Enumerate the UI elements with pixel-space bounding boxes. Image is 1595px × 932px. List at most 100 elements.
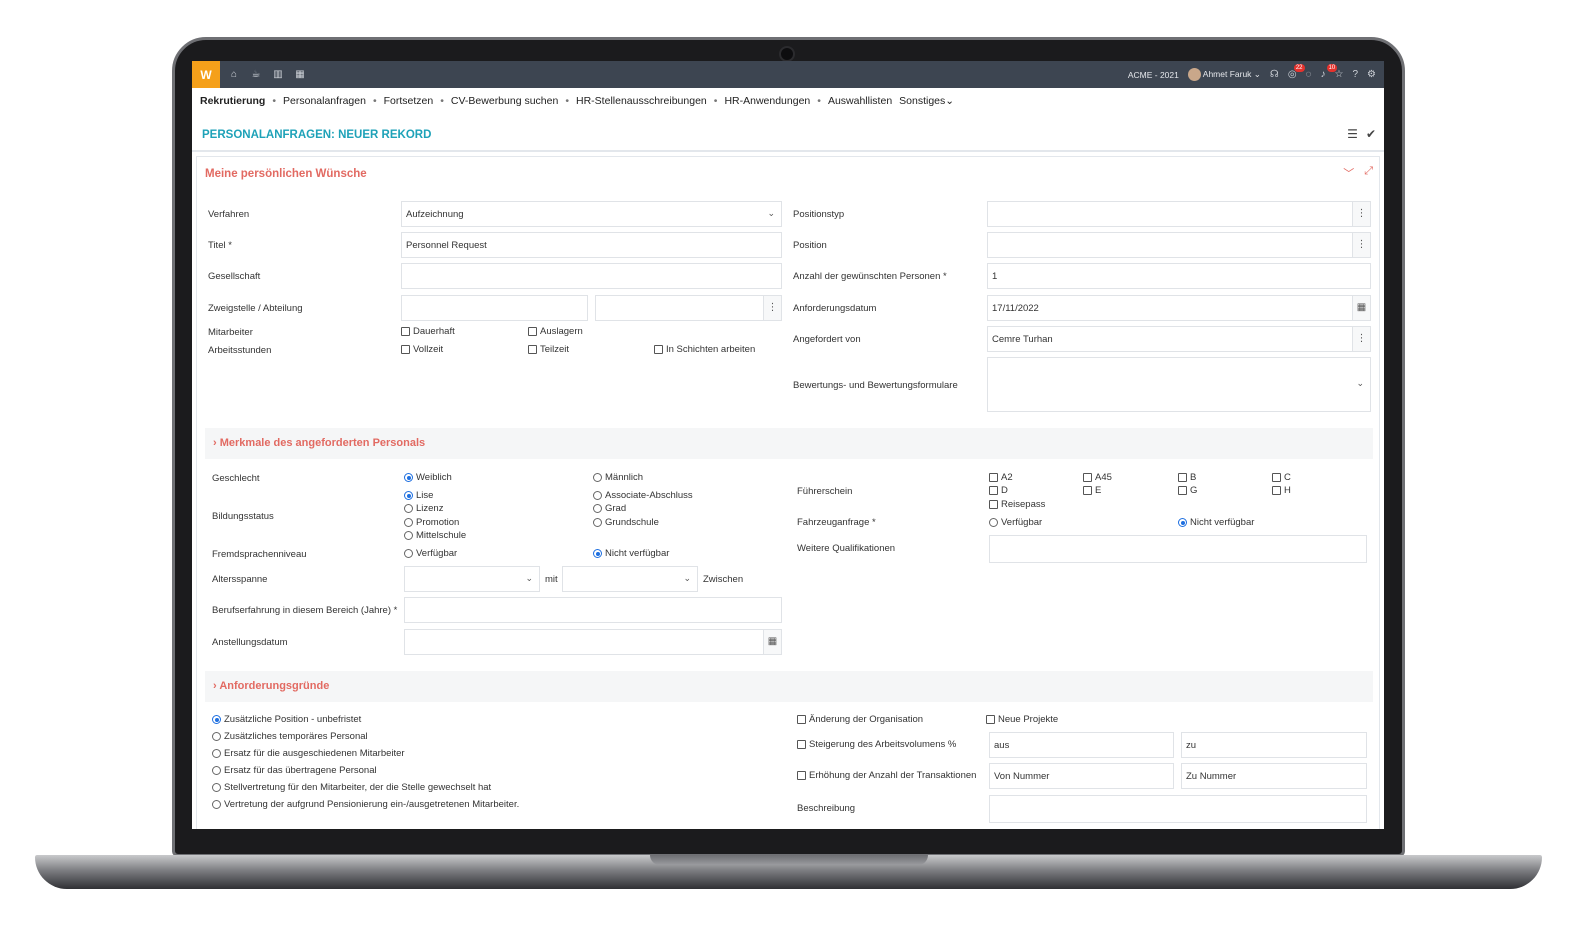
weitere-label: Weitere Qualifikationen — [797, 543, 896, 554]
calendar-icon: ▦ — [1352, 296, 1370, 320]
vollzeit-checkbox[interactable]: Vollzeit — [401, 344, 443, 355]
aenderung-checkbox[interactable]: Änderung der Organisation — [797, 714, 923, 725]
camera — [779, 46, 795, 62]
beschreibung-textarea[interactable] — [989, 795, 1367, 823]
chat-icon[interactable]: ◎ 22 — [1288, 64, 1305, 80]
angefordert-input[interactable]: Cemre Turhan ⋮ — [987, 326, 1371, 352]
comment-icon[interactable]: ◌ — [1306, 69, 1312, 80]
nav-sonstiges[interactable]: Sonstiges⌄ — [899, 95, 954, 107]
reason-6-radio[interactable]: Vertretung der aufgrund Pensionierung ei… — [212, 799, 519, 810]
collapse-icon[interactable]: ﹀ — [1343, 165, 1354, 181]
erhoehung-checkbox[interactable]: Erhöhung der Anzahl der Transaktionen — [797, 770, 976, 781]
associate-radio[interactable]: Associate-Abschluss — [593, 490, 693, 501]
positionstyp-input[interactable]: ⋮ — [987, 201, 1371, 227]
mit-label: mit — [545, 574, 558, 585]
nav-personalanfragen[interactable]: Personalanfragen — [283, 95, 366, 107]
anforderungsdatum-label: Anforderungsdatum — [793, 303, 877, 314]
lic-g-checkbox[interactable]: G — [1178, 485, 1197, 496]
mug-icon[interactable]: ☕ — [250, 69, 262, 80]
chart-icon[interactable]: ▥ — [272, 69, 284, 80]
company-selector[interactable]: ACME - 2021 — [1128, 70, 1179, 80]
schichten-checkbox[interactable]: In Schichten arbeiten — [654, 344, 755, 355]
von-nummer-input[interactable]: Von Nummer — [989, 763, 1174, 789]
grundschule-radio[interactable]: Grundschule — [593, 517, 659, 528]
headset-icon[interactable]: ☊ — [1270, 69, 1279, 80]
auslagern-checkbox[interactable]: Auslagern — [528, 326, 583, 337]
steigerung-zu-input[interactable]: zu — [1181, 732, 1367, 758]
fahrzeug-nicht-radio[interactable]: Nicht verfügbar — [1178, 517, 1254, 528]
promotion-radio[interactable]: Promotion — [404, 517, 459, 528]
anstellung-input[interactable]: ▦ — [404, 629, 782, 655]
gesellschaft-input[interactable] — [401, 263, 782, 289]
reason-4-radio[interactable]: Ersatz für das übertragene Personal — [212, 765, 377, 776]
position-input[interactable]: ⋮ — [987, 232, 1371, 258]
check-icon[interactable]: ✔ — [1366, 127, 1376, 141]
reason-5-radio[interactable]: Stellvertretung für den Mitarbeiter, der… — [212, 782, 491, 793]
section-merkmale-title: › Merkmale des angeforderten Personals — [213, 437, 426, 449]
anzahl-input[interactable]: 1 — [987, 263, 1371, 289]
fremd-verfuegbar-radio[interactable]: Verfügbar — [404, 548, 457, 559]
mittelschule-radio[interactable]: Mittelschule — [404, 530, 466, 541]
nav-cv-bewerbung[interactable]: CV-Bewerbung suchen — [451, 95, 558, 107]
star-icon[interactable]: ☆ — [1335, 69, 1344, 80]
alter-to-select[interactable]: ⌄ — [562, 566, 698, 592]
app-logo[interactable]: W — [192, 61, 220, 88]
lic-e-checkbox[interactable]: E — [1083, 485, 1101, 496]
help-icon[interactable]: ? — [1352, 69, 1358, 80]
fremd-nicht-radio[interactable]: Nicht verfügbar — [593, 548, 669, 559]
lise-radio[interactable]: Lise — [404, 490, 433, 501]
lic-d-checkbox[interactable]: D — [989, 485, 1008, 496]
bell-icon[interactable]: ♪ 10 — [1321, 64, 1338, 80]
zu-nummer-input[interactable]: Zu Nummer — [1181, 763, 1367, 789]
user-menu[interactable]: Ahmet Faruk ⌄ — [1187, 68, 1261, 81]
bewertung-select[interactable]: ⌄ — [987, 357, 1371, 412]
reason-2-radio[interactable]: Zusätzliches temporäres Personal — [212, 731, 368, 742]
home-icon[interactable]: ⌂ — [228, 69, 240, 80]
projekte-checkbox[interactable]: Neue Projekte — [986, 714, 1058, 725]
nav-fortsetzen[interactable]: Fortsetzen — [384, 95, 434, 107]
form-panel: Meine persönlichen Wünsche ﹀ ⤢ Verfahren… — [196, 156, 1380, 829]
lic-h-checkbox[interactable]: H — [1272, 485, 1291, 496]
section-merkmale[interactable]: › Merkmale des angeforderten Personals — [205, 428, 1373, 459]
alter-from-select[interactable]: ⌄ — [404, 566, 540, 592]
reason-3-radio[interactable]: Ersatz für die ausgeschiedenen Mitarbeit… — [212, 748, 405, 759]
abteilung-input[interactable]: ⋮ — [595, 295, 782, 321]
steigerung-aus-input[interactable]: aus — [989, 732, 1174, 758]
lizenz-radio[interactable]: Lizenz — [404, 503, 443, 514]
maennlich-radio[interactable]: Männlich — [593, 472, 643, 483]
titel-input[interactable]: Personnel Request — [401, 232, 782, 258]
lic-c-checkbox[interactable]: C — [1272, 472, 1291, 483]
titel-label: Titel * — [208, 240, 232, 251]
weiblich-radio[interactable]: Weiblich — [404, 472, 452, 483]
verfahren-select[interactable]: Aufzeichnung ⌄ — [401, 201, 782, 227]
lic-reisepass-checkbox[interactable]: Reisepass — [989, 499, 1045, 510]
section-gruende[interactable]: › Anforderungsgründe — [205, 671, 1373, 702]
reason-1-radio[interactable]: Zusätzliche Position - unbefristet — [212, 714, 361, 725]
dauerhaft-checkbox[interactable]: Dauerhaft — [401, 326, 455, 337]
anforderungsdatum-input[interactable]: 17/11/2022 ▦ — [987, 295, 1371, 321]
gear-icon[interactable]: ⚙ — [1367, 69, 1376, 80]
zweigstelle-label: Zweigstelle / Abteilung — [208, 303, 303, 314]
verfahren-label: Verfahren — [208, 209, 250, 220]
anzahl-label: Anzahl der gewünschten Personen * — [793, 271, 947, 282]
nav-hr-stellen[interactable]: HR-Stellenausschreibungen — [576, 95, 707, 107]
calendar-icon[interactable]: ▦ — [294, 69, 306, 80]
steigerung-checkbox[interactable]: Steigerung des Arbeitsvolumens % — [797, 739, 956, 750]
zweigstelle-input[interactable] — [401, 295, 588, 321]
nav-hr-anwendungen[interactable]: HR-Anwendungen — [724, 95, 810, 107]
lic-b-checkbox[interactable]: B — [1178, 472, 1196, 483]
weitere-textarea[interactable] — [989, 535, 1367, 563]
list-icon[interactable]: ☰ — [1347, 127, 1358, 141]
nav-rekrutierung[interactable]: Rekrutierung — [200, 95, 265, 107]
lic-a2-checkbox[interactable]: A2 — [989, 472, 1013, 483]
teilzeit-checkbox[interactable]: Teilzeit — [528, 344, 569, 355]
lic-a45-checkbox[interactable]: A45 — [1083, 472, 1112, 483]
chevron-down-icon: ⌄ — [683, 573, 691, 583]
chevron-down-icon: ⌄ — [1356, 378, 1364, 388]
fahrzeug-verfuegbar-radio[interactable]: Verfügbar — [989, 517, 1042, 528]
grad-radio[interactable]: Grad — [593, 503, 626, 514]
position-label: Position — [793, 240, 827, 251]
erfahrung-input[interactable] — [404, 597, 782, 623]
expand-icon[interactable]: ⤢ — [1364, 165, 1373, 181]
nav-auswahllisten[interactable]: Auswahllisten — [828, 95, 892, 107]
